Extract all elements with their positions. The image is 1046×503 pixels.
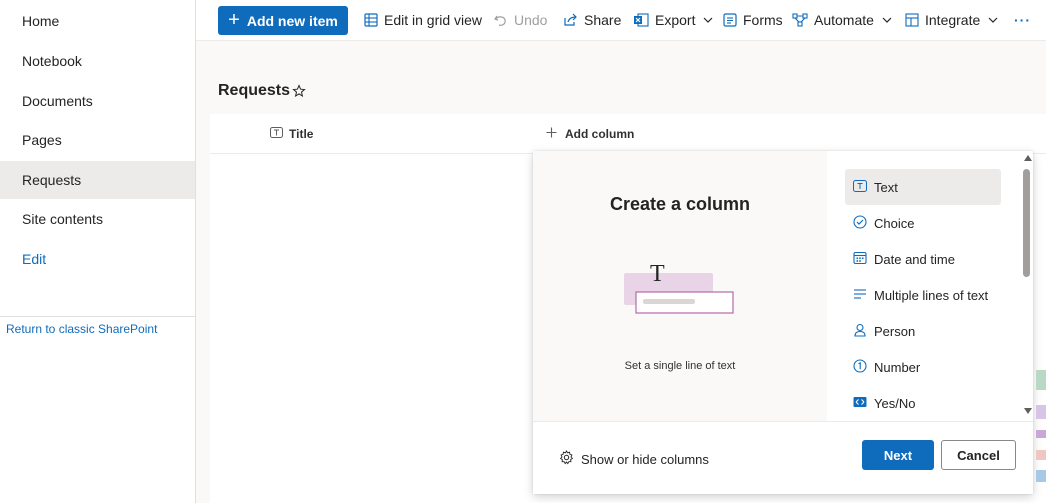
text-column-illustration: T [620,259,740,322]
command-bar: + Add new item Edit in grid view Undo Sh… [196,0,1046,41]
forms-label: Forms [743,12,783,28]
column-type-label: Choice [874,215,915,231]
number-icon [853,358,867,376]
column-type-label: Multiple lines of text [874,287,989,303]
chevron-down-icon [882,17,892,23]
chevron-down-icon [988,17,998,23]
add-new-item-label: Add new item [246,12,338,29]
automate-button[interactable]: Automate [792,0,892,40]
background-art-decoration [1036,360,1046,503]
share-icon [563,13,578,27]
automate-label: Automate [814,12,874,28]
multiline-text-icon [853,288,867,303]
page-title: Requests [218,82,291,99]
integrate-label: Integrate [925,12,981,28]
column-type-choice[interactable]: Choice [845,205,1001,241]
choice-check-icon [853,214,867,232]
column-type-number[interactable]: Number [845,349,1001,385]
return-to-classic-link[interactable]: Return to classic SharePoint [6,322,157,336]
excel-icon [633,13,649,27]
plus-icon [546,127,557,141]
text-field-icon [270,127,283,141]
column-type-label: Text [874,179,898,195]
column-header-title[interactable]: Title [270,114,313,154]
add-column-button[interactable]: Add column [546,114,634,154]
nav-item-pages[interactable]: Pages [0,121,195,159]
undo-button[interactable]: Undo [493,0,547,40]
next-button[interactable]: Next [862,440,934,470]
column-type-label: Number [874,359,921,375]
panel-footer: Show or hide columns Next Cancel [533,421,1033,494]
column-type-person[interactable]: Person [845,313,1001,349]
person-icon [853,323,867,340]
toggle-icon [853,396,867,411]
nav-item-notebook[interactable]: Notebook [0,42,195,80]
nav-item-home[interactable]: Home [0,2,195,40]
nav-item-site-contents[interactable]: Site contents [0,200,195,238]
column-header-row: Title Add column [210,114,1046,154]
favorite-star-icon[interactable] [292,84,306,101]
cancel-button[interactable]: Cancel [941,440,1016,470]
column-type-preview: Create a column T Set a single line of t… [533,151,827,421]
column-type-date-time[interactable]: Date and time [845,241,1001,277]
column-type-text[interactable]: Text [845,169,1001,205]
add-column-label: Add column [565,127,635,141]
more-options-button[interactable]: ··· [1014,0,1031,40]
integrate-icon [905,13,919,27]
export-button[interactable]: Export [633,0,713,40]
edit-grid-view-label: Edit in grid view [384,12,483,28]
type-list-scrollbar[interactable] [1021,155,1033,417]
left-navigation: Home Notebook Documents Pages Requests S… [0,0,196,503]
forms-icon [723,13,737,27]
column-type-label: Person [874,323,916,339]
share-label: Share [584,12,622,28]
column-type-yes-no[interactable]: Yes/No [845,385,1001,421]
forms-button[interactable]: Forms [723,0,783,40]
type-description: Set a single line of text [624,360,736,372]
nav-divider [0,316,195,317]
calendar-icon [853,251,867,268]
edit-grid-view-button[interactable]: Edit in grid view [364,0,482,40]
plus-icon: + [228,8,240,31]
illustration-glyph: T [650,261,665,287]
column-type-multiline[interactable]: Multiple lines of text [845,277,1015,313]
column-title-label: Title [289,127,314,141]
flow-icon [792,13,808,27]
chevron-down-icon [703,17,713,23]
column-type-list: Text Choice Date and time Multiple lines… [827,151,1033,421]
more-icon: ··· [1014,12,1031,28]
scrollbar-thumb[interactable] [1023,169,1030,277]
text-field-icon [853,179,867,195]
nav-edit-link[interactable]: Edit [0,240,195,278]
grid-icon [364,13,378,27]
scroll-up-arrow-icon[interactable] [1024,155,1032,161]
nav-item-requests[interactable]: Requests [0,161,195,199]
scroll-down-arrow-icon[interactable] [1024,408,1032,414]
create-column-panel: Create a column T Set a single line of t… [533,151,1033,494]
show-hide-columns-label: Show or hide columns [581,451,709,467]
add-new-item-button[interactable]: + Add new item [218,6,348,35]
export-label: Export [655,12,696,28]
undo-label: Undo [514,12,548,28]
nav-item-documents[interactable]: Documents [0,82,195,120]
column-type-label: Date and time [874,251,955,267]
column-type-label: Yes/No [874,395,916,411]
show-hide-columns-link[interactable]: Show or hide columns [559,450,709,468]
undo-icon [493,13,508,28]
integrate-button[interactable]: Integrate [905,0,998,40]
gear-icon [559,450,574,468]
share-button[interactable]: Share [563,0,621,40]
panel-heading: Create a column [609,194,751,214]
